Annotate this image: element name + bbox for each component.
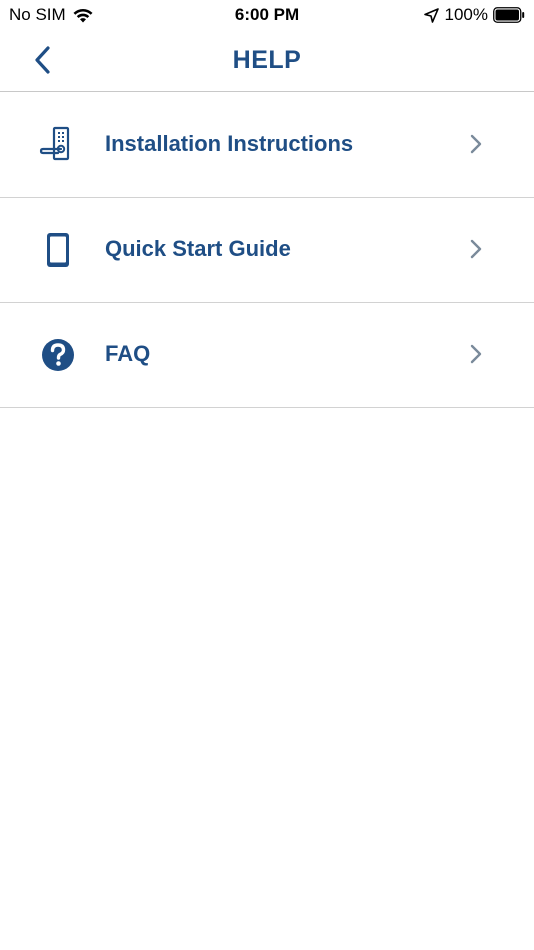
door-lock-icon xyxy=(38,125,78,165)
smartphone-icon xyxy=(38,230,78,270)
list-item-label: Installation Instructions xyxy=(105,131,354,156)
nav-bar: HELP xyxy=(0,32,534,92)
status-right: 100% xyxy=(423,5,525,25)
list-item-quick-start-guide[interactable]: Quick Start Guide xyxy=(0,198,534,303)
battery-icon xyxy=(493,7,525,23)
status-bar: No SIM 6:00 PM 100% xyxy=(0,0,534,32)
list-item-faq[interactable]: FAQ xyxy=(0,303,534,408)
help-screen: No SIM 6:00 PM 100% HELP Installation In… xyxy=(0,0,534,950)
list-item-label: Quick Start Guide xyxy=(105,236,291,261)
chevron-right-icon xyxy=(470,239,482,259)
page-title: HELP xyxy=(232,46,302,74)
chevron-right-icon xyxy=(470,134,482,154)
question-circle-icon xyxy=(38,335,78,375)
battery-percent: 100% xyxy=(444,5,488,24)
help-list: Installation Instructions Quick Start Gu… xyxy=(0,93,534,408)
location-arrow-icon xyxy=(423,7,439,23)
list-item-installation-instructions[interactable]: Installation Instructions xyxy=(0,93,534,198)
list-item-label: FAQ xyxy=(105,341,151,366)
chevron-right-icon xyxy=(470,344,482,364)
